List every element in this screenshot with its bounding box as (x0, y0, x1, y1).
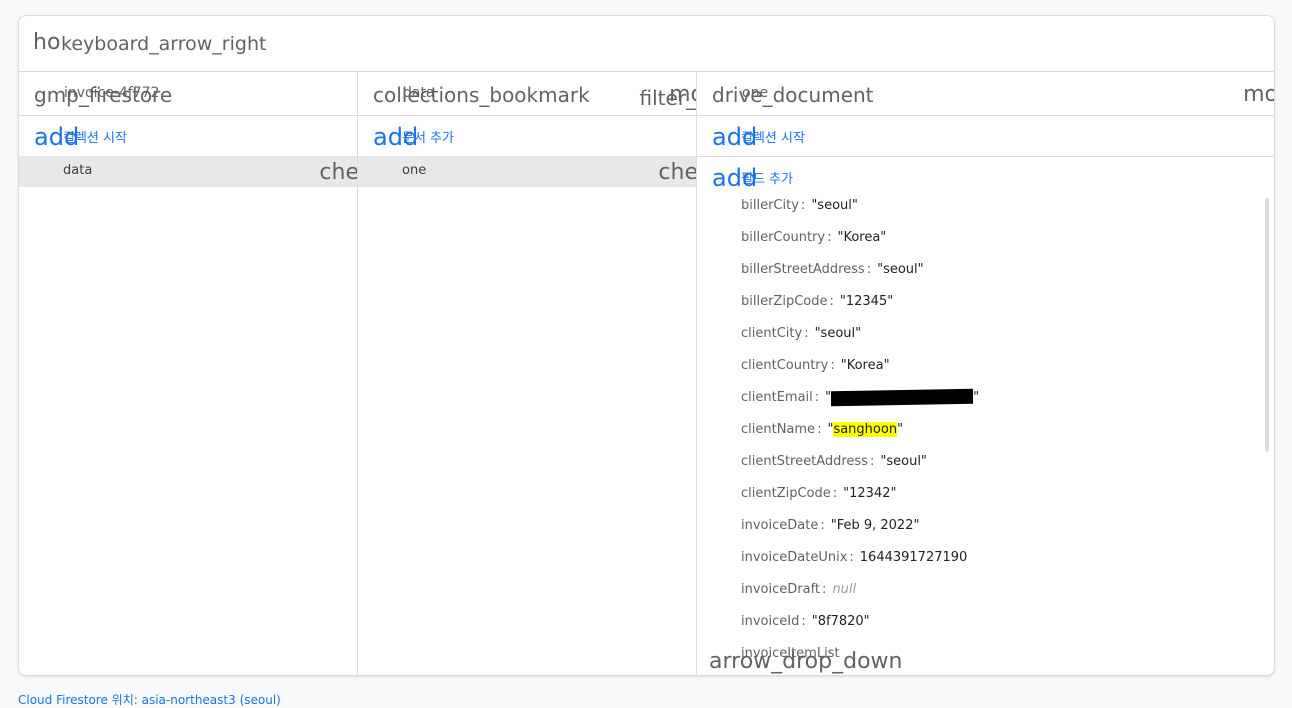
field-list: billerCity: "seoul" billerCountry: "Korea"… (741, 198, 979, 675)
document-column: drive_document one mo add 컬렉션 시작 add 필드 … (697, 72, 1274, 675)
field-key: clientCountry (741, 358, 829, 373)
database-location-footer: Cloud Firestore 위치: asia-northeast3 (seo… (18, 693, 281, 707)
breadcrumb-arrow-icon: keyboard_arrow_right (61, 33, 267, 55)
start-collection-button[interactable]: add 컬렉션 시작 (697, 116, 1274, 157)
collection-item-label: data (63, 163, 93, 178)
field-key: invoiceDate (741, 518, 819, 533)
chevron-right-icon: che (319, 160, 358, 185)
collection-column-header: collections_bookmark data filter_ mo (358, 72, 696, 116)
document-column-header: drive_document one mo (697, 72, 1274, 116)
field-value: "seoul" (814, 326, 862, 341)
field-value: "Korea" (837, 230, 887, 245)
field-row[interactable]: clientName: "sanghoon" (741, 422, 979, 454)
document-icon: drive_document (712, 83, 874, 107)
start-collection-label: 컬렉션 시작 (63, 131, 127, 146)
add-document-label: 문서 추가 (402, 131, 454, 146)
field-row[interactable]: billerCountry: "Korea" (741, 230, 979, 262)
field-value: null (832, 582, 857, 597)
root-column-header: gmp_firestore invoice-4f772 (19, 72, 357, 116)
document-item-one[interactable]: one che (358, 156, 696, 187)
scrollbar[interactable] (1265, 198, 1269, 452)
field-key: clientCity (741, 326, 803, 341)
document-item-label: one (402, 163, 427, 178)
document-title: one (742, 85, 769, 101)
field-row[interactable]: clientCountry: "Korea" (741, 358, 979, 390)
field-key: clientName (741, 422, 816, 437)
field-key: billerStreetAddress (741, 262, 865, 277)
home-icon[interactable]: ho (33, 32, 60, 54)
root-column: gmp_firestore invoice-4f772 add 컬렉션 시작 d… (19, 72, 358, 675)
field-row[interactable]: invoiceDraft: null (741, 582, 979, 614)
field-row[interactable]: billerCity: "seoul" (741, 198, 979, 230)
collection-title: data (403, 85, 435, 101)
field-value: "Feb 9, 2022" (830, 518, 920, 533)
field-key: invoiceDraft (741, 582, 821, 597)
start-collection-label: 컬렉션 시작 (741, 131, 805, 146)
field-value: "12345" (839, 294, 894, 309)
more-icon[interactable]: mo (1243, 82, 1274, 107)
redaction-mark (831, 388, 974, 407)
collection-item-data[interactable]: data che (19, 156, 357, 187)
field-key: billerZipCode (741, 294, 828, 309)
field-row[interactable]: invoiceId: "8f7820" (741, 614, 979, 646)
field-row[interactable]: clientCity: "seoul" (741, 326, 979, 358)
more-icon[interactable]: mo (669, 82, 696, 107)
field-row[interactable]: clientEmail: " " (741, 388, 979, 422)
field-row[interactable]: clientStreetAddress: "seoul" (741, 454, 979, 486)
field-value: "seoul" (880, 454, 927, 469)
start-collection-button[interactable]: add 컬렉션 시작 (19, 116, 357, 156)
field-row[interactable]: invoiceDate: "Feb 9, 2022" (741, 518, 979, 550)
add-field-label: 필드 추가 (741, 172, 793, 187)
add-document-button[interactable]: add 문서 추가 (358, 116, 696, 156)
field-value: 1644391727190 (859, 550, 968, 565)
field-row[interactable]: clientZipCode: "12342" (741, 486, 979, 518)
field-key: invoiceId (741, 614, 800, 629)
firestore-data-panel: ho keyboard_arrow_right gmp_firestore in… (18, 15, 1275, 676)
collection-column: collections_bookmark data filter_ mo add… (358, 72, 697, 675)
field-key: clientZipCode (741, 486, 831, 501)
field-value: "Korea" (840, 358, 890, 373)
field-row[interactable]: invoiceDateUnix:1644391727190 (741, 550, 979, 582)
field-value: "8f7820" (811, 614, 870, 629)
field-key: clientStreetAddress (741, 454, 868, 469)
highlighted-text: sanghoon (833, 422, 898, 437)
field-value: "12342" (843, 486, 897, 501)
chevron-right-icon: che (658, 160, 697, 185)
field-key: invoiceDateUnix (741, 550, 848, 565)
add-field-button[interactable]: add 필드 추가 (697, 157, 1274, 197)
arrow-drop-down-icon[interactable]: arrow_drop_down (709, 649, 902, 674)
project-title: invoice-4f772 (64, 85, 160, 101)
field-value: "seoul" (811, 198, 858, 213)
breadcrumb-bar: ho keyboard_arrow_right (19, 16, 1274, 72)
field-row[interactable]: billerZipCode: "12345" (741, 294, 979, 326)
field-key: billerCountry (741, 230, 826, 245)
field-key: clientEmail (741, 390, 813, 405)
field-key: billerCity (741, 198, 799, 213)
field-value: "seoul" (877, 262, 924, 277)
field-row[interactable]: billerStreetAddress: "seoul" (741, 262, 979, 294)
